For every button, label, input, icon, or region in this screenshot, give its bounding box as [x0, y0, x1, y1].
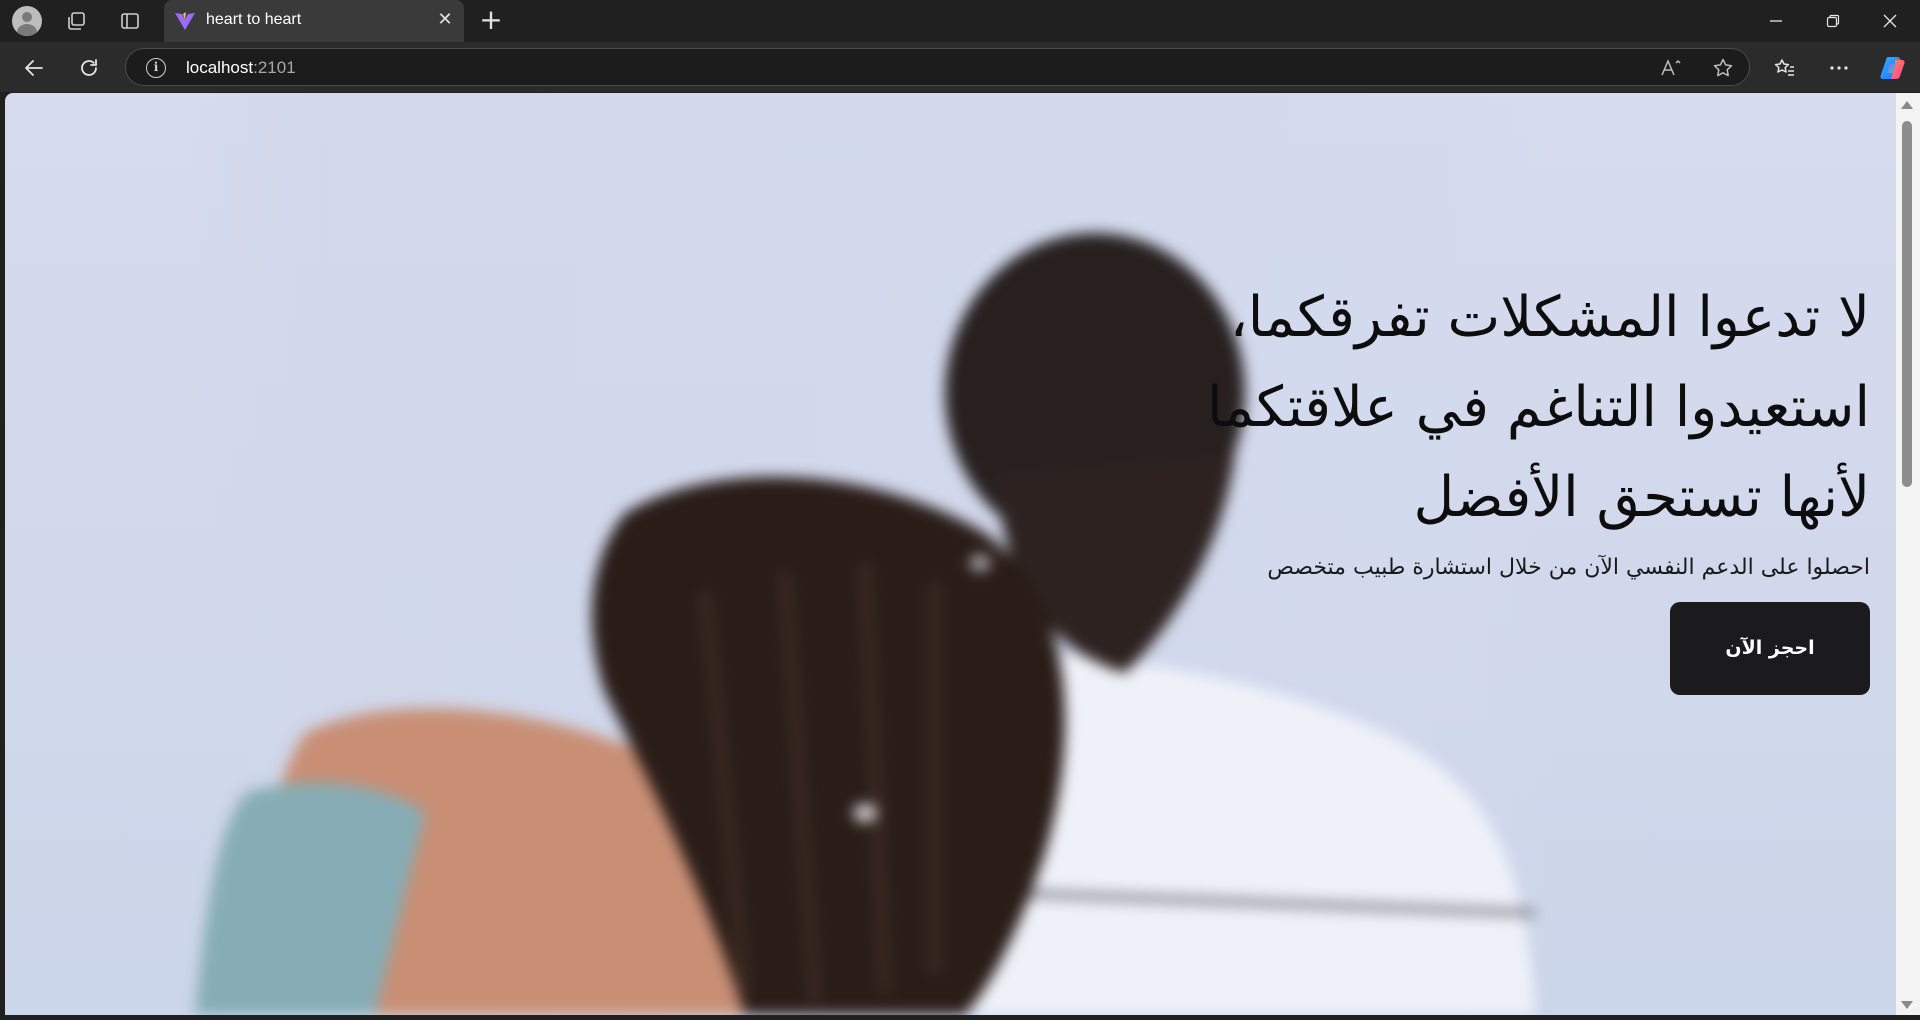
- workspaces-icon[interactable]: [58, 4, 94, 38]
- scroll-up-arrow-icon[interactable]: [1901, 101, 1913, 109]
- more-icon[interactable]: [1821, 50, 1857, 86]
- title-bar: heart to heart ✕ +: [0, 0, 1920, 42]
- page-scrollbar[interactable]: [1896, 93, 1920, 1015]
- url-host: localhost: [186, 58, 254, 77]
- address-url[interactable]: localhost:2101: [186, 58, 296, 78]
- info-icon[interactable]: i: [146, 58, 166, 78]
- vite-favicon-icon: [175, 12, 195, 30]
- profile-icon[interactable]: [9, 4, 45, 38]
- favorite-star-icon[interactable]: [1711, 57, 1735, 79]
- vertical-tabs-icon[interactable]: [112, 4, 148, 38]
- copilot-icon[interactable]: [1875, 50, 1911, 86]
- address-bar[interactable]: i localhost:2101: [125, 48, 1750, 86]
- back-icon[interactable]: [16, 50, 52, 86]
- page-viewport: لا تدعوا المشكلات تفرقكما، استعيدوا التن…: [5, 93, 1896, 1015]
- hero-subtitle: احصلوا على الدعم النفسي الآن من خلال است…: [1267, 555, 1870, 580]
- tab-title: heart to heart: [206, 11, 302, 28]
- favorites-icon[interactable]: [1767, 50, 1803, 86]
- scroll-thumb[interactable]: [1902, 121, 1912, 487]
- book-now-button[interactable]: احجز الآن: [1670, 602, 1870, 695]
- hero-title-line: لا تدعوا المشكلات تفرقكما،: [1229, 285, 1870, 350]
- tab-close-icon[interactable]: ✕: [434, 9, 456, 31]
- hero-section: لا تدعوا المشكلات تفرقكما، استعيدوا التن…: [870, 273, 1870, 695]
- new-tab-button[interactable]: +: [474, 4, 508, 38]
- read-aloud-icon[interactable]: [1659, 57, 1683, 79]
- hero-title-line: لأنها تستحق الأفضل: [1413, 465, 1870, 530]
- restore-button[interactable]: [1805, 0, 1861, 42]
- refresh-icon[interactable]: [71, 50, 107, 86]
- scroll-down-arrow-icon[interactable]: [1901, 1001, 1913, 1009]
- hero-title-line: استعيدوا التناغم في علاقتكما: [1206, 375, 1870, 440]
- hero-title: لا تدعوا المشكلات تفرقكما، استعيدوا التن…: [870, 273, 1870, 543]
- browser-toolbar: i localhost:2101: [0, 42, 1920, 92]
- close-window-button[interactable]: [1862, 0, 1918, 42]
- url-port: :2101: [253, 58, 296, 77]
- minimize-button[interactable]: [1748, 0, 1804, 42]
- active-tab[interactable]: heart to heart ✕: [164, 0, 464, 42]
